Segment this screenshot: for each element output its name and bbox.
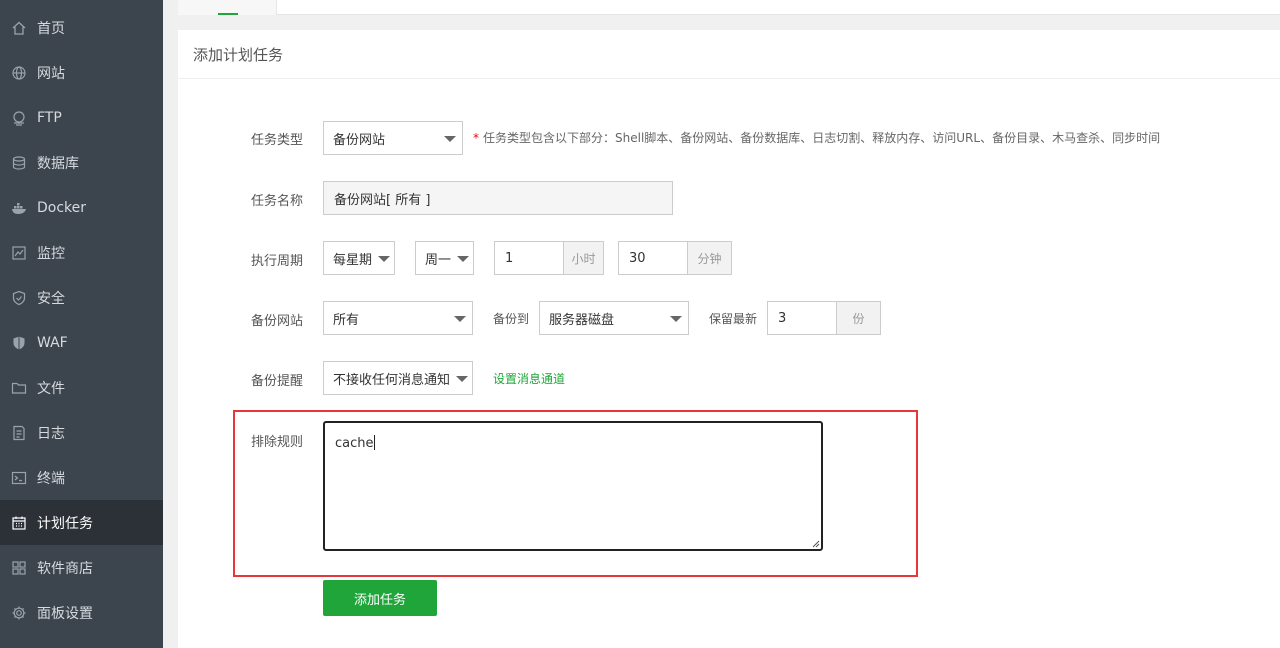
calendar-icon <box>10 514 28 532</box>
sidebar-item-cron[interactable]: 计划任务 <box>0 500 163 545</box>
sidebar-item-label: 日志 <box>37 425 65 442</box>
backup-dest-select[interactable]: 服务器磁盘 <box>539 301 689 335</box>
sidebar-item-label: Docker <box>37 199 87 216</box>
sidebar-item-label: 软件商店 <box>37 560 93 577</box>
backup-dest-label: 备份到 <box>493 312 530 326</box>
task-type-value: 备份网站 <box>333 132 386 148</box>
monitor-icon <box>10 244 28 262</box>
sidebar-item-logs[interactable]: 日志 <box>0 410 163 455</box>
text-cursor <box>373 435 375 450</box>
sidebar-item-label: 文件 <box>37 380 65 397</box>
period-label: 执行周期 <box>251 254 304 269</box>
task-type-hint-text: 任务类型包含以下部分：Shell脚本、备份网站、备份数据库、日志切割、释放内存、… <box>483 131 1161 145</box>
waf-shield-icon <box>10 334 28 352</box>
task-name-label: 任务名称 <box>251 194 304 209</box>
keep-latest-unit: 份 <box>837 301 881 335</box>
chevron-down-icon <box>454 316 466 322</box>
required-star: * <box>473 131 479 145</box>
task-type-label: 任务类型 <box>251 133 304 148</box>
weekday-select[interactable]: 周一 <box>415 241 474 275</box>
sidebar-item-monitor[interactable]: 监控 <box>0 230 163 275</box>
chevron-down-icon <box>378 256 390 262</box>
sidebar-item-files[interactable]: 文件 <box>0 365 163 410</box>
terminal-icon <box>10 469 28 487</box>
active-tab-indicator <box>218 13 238 15</box>
folder-icon <box>10 379 28 397</box>
sidebar-item-store[interactable]: 软件商店 <box>0 545 163 590</box>
gear-icon <box>10 604 28 622</box>
sidebar-item-database[interactable]: 数据库 <box>0 140 163 185</box>
sidebar-item-label: 网站 <box>37 65 65 82</box>
chevron-down-icon <box>444 136 456 142</box>
chevron-down-icon <box>456 376 468 382</box>
sidebar-item-label: 计划任务 <box>37 515 93 532</box>
sidebar-item-label: 监控 <box>37 245 65 262</box>
exclude-rules-value: cache <box>335 436 374 451</box>
backup-site-select[interactable]: 所有 <box>323 301 473 335</box>
sidebar-item-label: 安全 <box>37 290 65 307</box>
notify-value: 不接收任何消息通知 <box>333 372 451 388</box>
sidebar-item-label: 首页 <box>37 20 65 37</box>
sidebar-item-label: 终端 <box>37 470 65 487</box>
top-tab-strip <box>178 0 1280 15</box>
sidebar-item-home[interactable]: 首页 <box>0 5 163 50</box>
hour-unit: 小时 <box>564 241 604 275</box>
sidebar-item-ftp[interactable]: FTP <box>0 95 163 140</box>
sidebar-item-settings[interactable]: 面板设置 <box>0 590 163 635</box>
keep-latest-input[interactable]: 3 <box>767 301 837 335</box>
ftp-icon <box>10 109 28 127</box>
task-type-select[interactable]: 备份网站 <box>323 121 463 155</box>
notify-select[interactable]: 不接收任何消息通知 <box>323 361 473 395</box>
sidebar: 首页 网站 FTP 数据库 Docker 监控 安全 WAF 文件 日志 终端 <box>0 0 163 648</box>
period-cycle-value: 每星期 <box>333 252 373 268</box>
sidebar-item-label: 面板设置 <box>37 605 93 622</box>
sidebar-item-waf[interactable]: WAF <box>0 320 163 365</box>
sidebar-item-website[interactable]: 网站 <box>0 50 163 95</box>
hour-input[interactable]: 1 <box>494 241 564 275</box>
add-cron-panel: 添加计划任务 任务类型 备份网站 * 任务类型包含以下部分：Shell脚本、备份网… <box>178 30 1280 648</box>
home-icon <box>10 19 28 37</box>
minute-unit: 分钟 <box>688 241 732 275</box>
keep-latest-label: 保留最新 <box>709 312 758 326</box>
sidebar-item-label: FTP <box>37 109 62 126</box>
page-title: 添加计划任务 <box>178 30 1280 79</box>
globe-icon <box>10 64 28 82</box>
sidebar-item-security[interactable]: 安全 <box>0 275 163 320</box>
sidebar-item-label: WAF <box>37 334 68 351</box>
apps-grid-icon <box>10 559 28 577</box>
sidebar-item-terminal[interactable]: 终端 <box>0 455 163 500</box>
sidebar-item-docker[interactable]: Docker <box>0 185 163 230</box>
exclude-rules-textarea[interactable]: cache <box>323 421 823 551</box>
docker-icon <box>10 199 28 217</box>
weekday-value: 周一 <box>425 252 452 268</box>
sidebar-item-label: 数据库 <box>37 155 79 172</box>
notify-label: 备份提醒 <box>251 374 304 389</box>
resize-handle-icon[interactable] <box>812 540 820 548</box>
backup-site-label: 备份网站 <box>251 314 304 329</box>
add-task-button[interactable]: 添加任务 <box>323 580 437 616</box>
task-type-hint: * 任务类型包含以下部分：Shell脚本、备份网站、备份数据库、日志切割、释放内存… <box>473 129 1160 146</box>
period-cycle-select[interactable]: 每星期 <box>323 241 395 275</box>
database-icon <box>10 154 28 172</box>
backup-dest-value: 服务器磁盘 <box>549 312 615 328</box>
task-name-input[interactable]: 备份网站[ 所有 ] <box>323 181 673 215</box>
chevron-down-icon <box>457 256 469 262</box>
top-tab[interactable] <box>178 0 277 15</box>
shield-icon <box>10 289 28 307</box>
log-icon <box>10 424 28 442</box>
backup-site-value: 所有 <box>333 312 360 328</box>
exclude-label: 排除规则 <box>251 435 304 450</box>
chevron-down-icon <box>670 316 682 322</box>
set-message-channel-link[interactable]: 设置消息通道 <box>493 370 565 387</box>
minute-input[interactable]: 30 <box>618 241 688 275</box>
